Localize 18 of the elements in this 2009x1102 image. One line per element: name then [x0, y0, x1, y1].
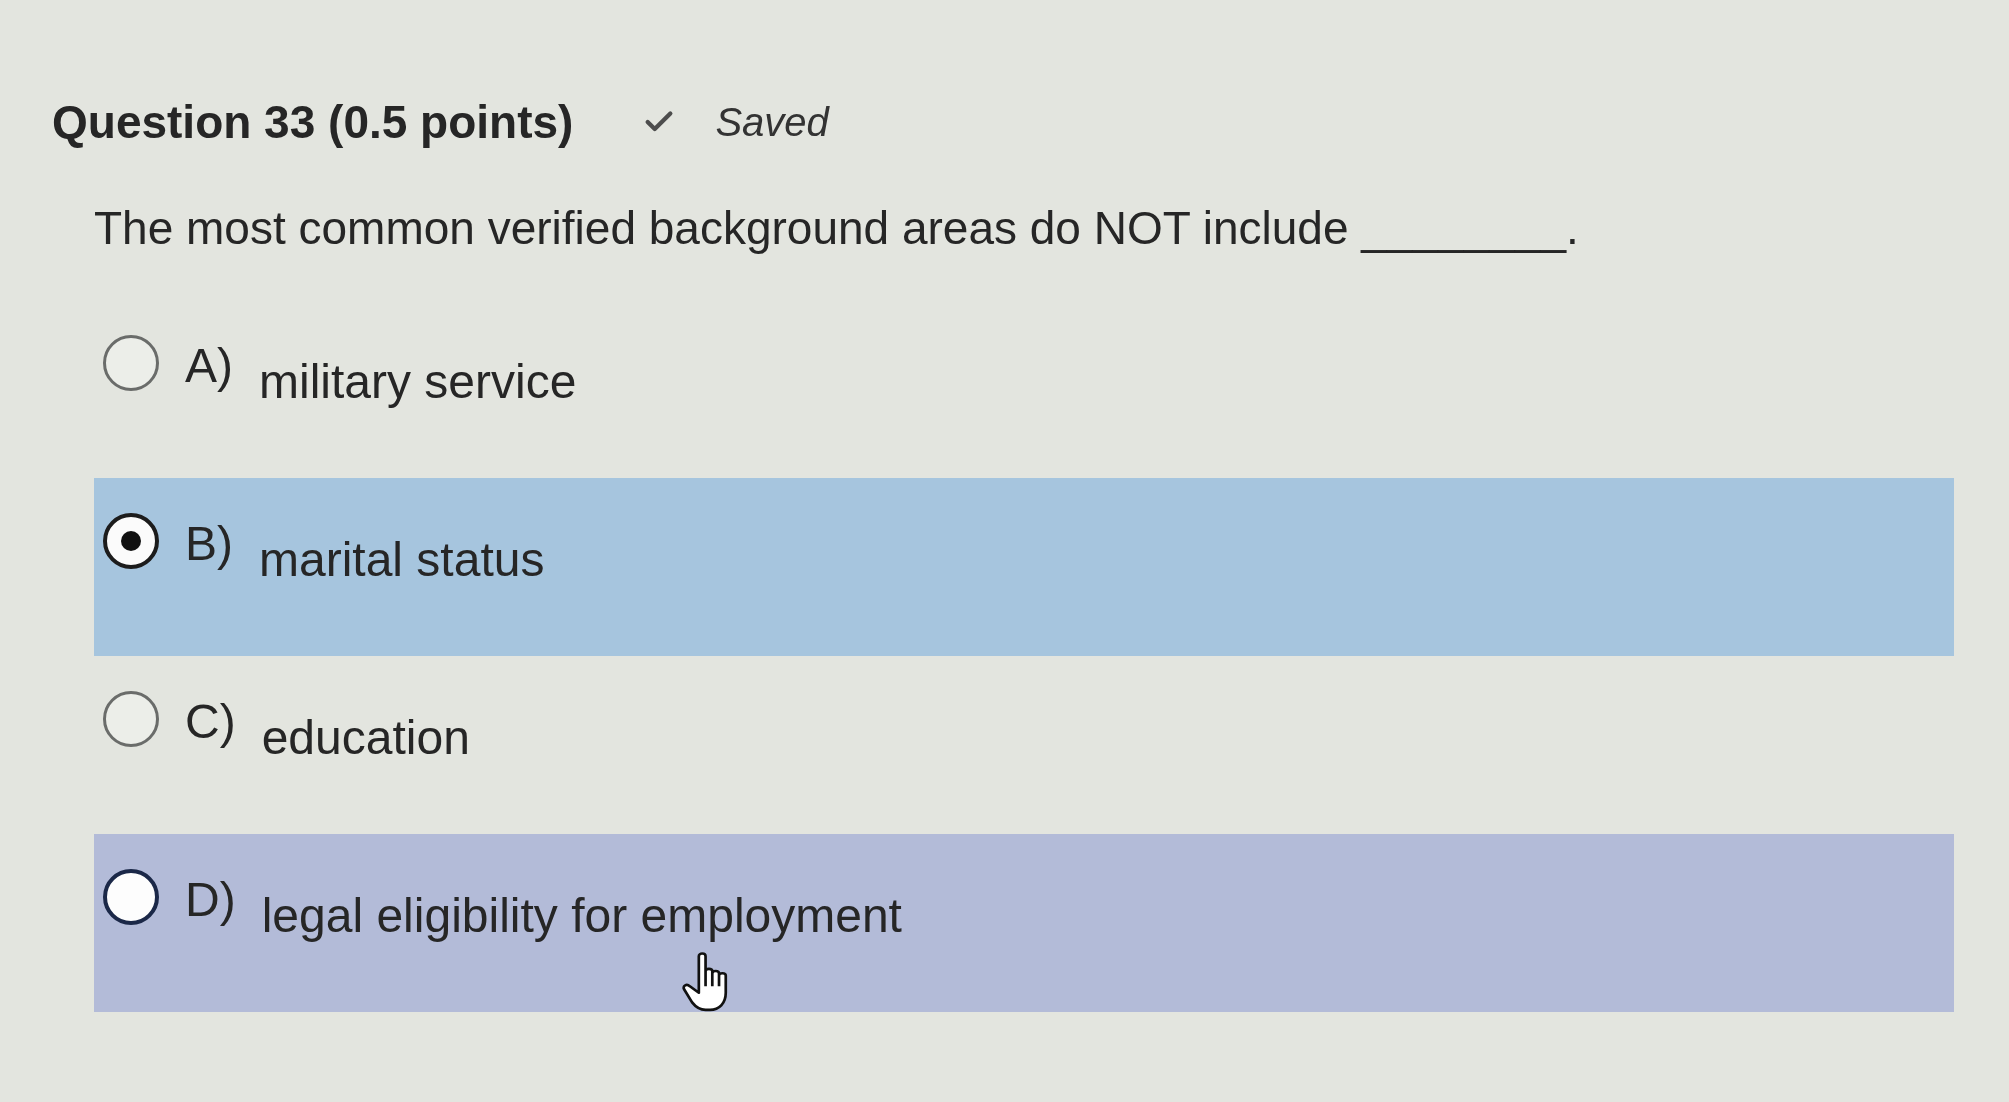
option-text: education [261, 710, 470, 766]
option-text: legal eligibility for employment [261, 888, 902, 944]
radio-button[interactable] [103, 691, 159, 747]
question-text: The most common verified background areas do NOT include ________. [94, 201, 1580, 256]
option-text: marital status [259, 532, 545, 588]
answer-option[interactable]: D) legal eligibility for employment [94, 834, 1954, 1012]
option-letter: C) [185, 694, 236, 750]
question-title: Question 33 (0.5 points) [52, 95, 574, 150]
hand-cursor-icon [682, 952, 728, 1012]
radio-button[interactable] [103, 335, 159, 391]
option-letter: D) [185, 872, 236, 928]
answer-option[interactable]: B) marital status [94, 478, 1954, 656]
radio-button[interactable] [103, 869, 159, 925]
saved-status: Saved [715, 99, 829, 146]
radio-button[interactable] [103, 513, 159, 569]
option-letter: B) [185, 516, 233, 572]
option-text: military service [259, 354, 577, 410]
option-letter: A) [185, 338, 233, 394]
